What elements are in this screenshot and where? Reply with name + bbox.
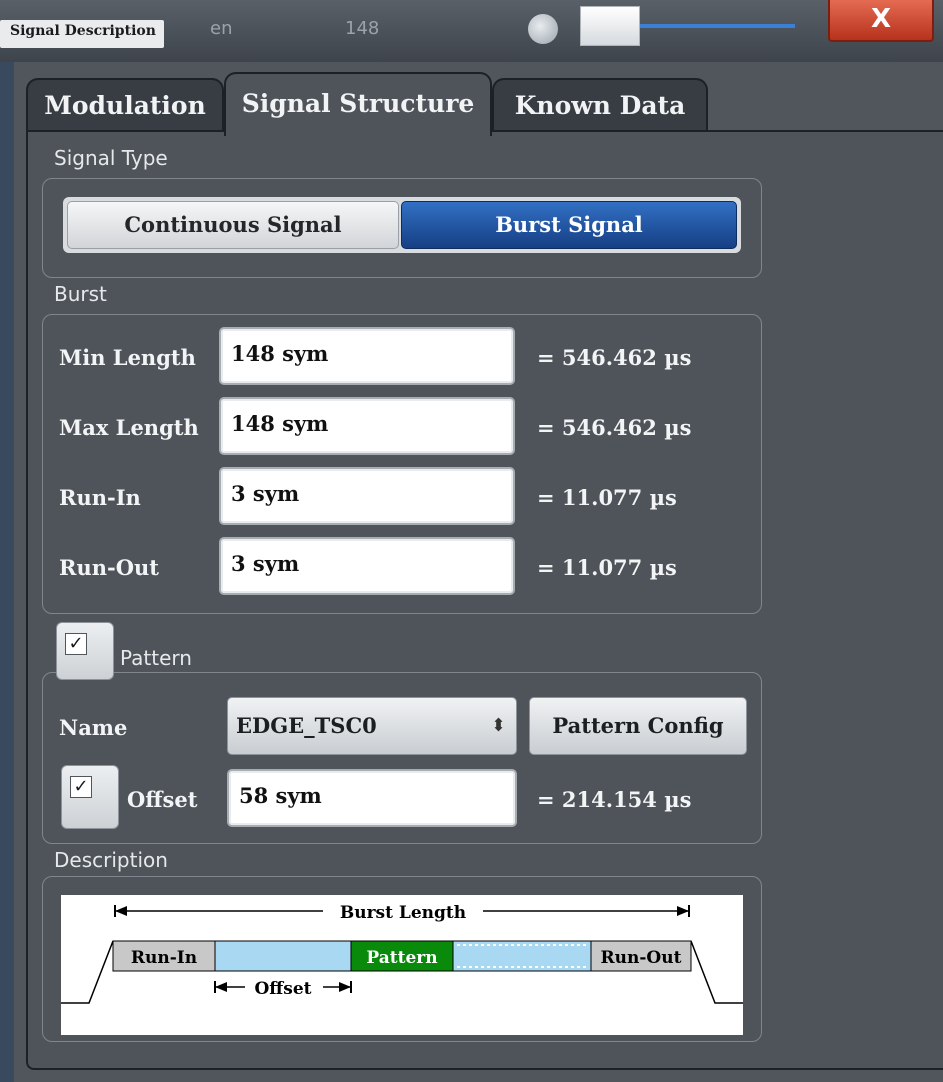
- burst-length-text: Burst Length: [340, 903, 466, 923]
- burst-structure-diagram: Burst Length Run-In Pattern Run-Out Offs…: [61, 895, 743, 1035]
- run-in-time: = 11.077 µs: [537, 485, 677, 510]
- pattern-name-select[interactable]: EDGE_TSC0 ⬍: [227, 697, 517, 755]
- burst-signal-button[interactable]: Burst Signal: [401, 201, 737, 249]
- run-in-input[interactable]: 3 sym: [219, 467, 515, 525]
- burst-length-right-arrow-icon: [677, 906, 689, 916]
- max-length-input[interactable]: 148 sym: [219, 397, 515, 455]
- burst-length-left-arrow-icon: [115, 906, 127, 916]
- description-group: Burst Length Run-In Pattern Run-Out Offs…: [42, 876, 762, 1042]
- tab-signal-structure[interactable]: Signal Structure: [224, 72, 492, 136]
- offset-input[interactable]: 58 sym: [227, 769, 517, 827]
- run-out-label: Run-Out: [59, 555, 159, 580]
- background-slider-track: [640, 24, 795, 28]
- min-length-input[interactable]: 148 sym: [219, 327, 515, 385]
- max-length-time: = 546.462 µs: [537, 415, 692, 440]
- background-knob-icon: [528, 14, 558, 44]
- offset-checkbox[interactable]: ✓: [61, 765, 119, 829]
- tab-known-data[interactable]: Known Data: [492, 78, 708, 132]
- run-out-input[interactable]: 3 sym: [219, 537, 515, 595]
- burst-diagram-svg: Burst Length Run-In Pattern Run-Out Offs…: [61, 899, 743, 1004]
- pattern-name-value: EDGE_TSC0: [236, 713, 377, 738]
- run-out-segment-text: Run-Out: [601, 948, 682, 968]
- offset-check-icon: ✓: [70, 776, 92, 798]
- burst-heading: Burst: [54, 282, 107, 306]
- pattern-config-button[interactable]: Pattern Config: [529, 697, 747, 755]
- close-button[interactable]: X: [828, 0, 934, 42]
- burst-data-segment-2: [452, 940, 592, 972]
- continuous-signal-button[interactable]: Continuous Signal: [67, 201, 399, 249]
- min-length-label: Min Length: [59, 345, 196, 370]
- burst-group: Min Length 148 sym = 546.462 µs Max Leng…: [42, 314, 762, 614]
- max-length-label: Max Length: [59, 415, 199, 440]
- offset-right-arrow-icon: [339, 982, 351, 992]
- description-heading: Description: [54, 848, 168, 872]
- signal-description-dialog: Modulation Signal Structure Known Data S…: [14, 62, 943, 1082]
- signal-type-toggle: Continuous Signal Burst Signal: [63, 197, 741, 253]
- background-slider-handle: [580, 6, 640, 46]
- pattern-group: Name EDGE_TSC0 ⬍ Pattern Config ✓ Offset…: [42, 672, 762, 844]
- tab-panel: Signal Type Continuous Signal Burst Sign…: [26, 130, 943, 1070]
- pattern-segment-text: Pattern: [366, 948, 437, 968]
- run-in-label: Run-In: [59, 485, 141, 510]
- run-out-time: = 11.077 µs: [537, 555, 677, 580]
- pattern-check-icon: ✓: [65, 633, 87, 655]
- spin-arrows-icon: ⬍: [490, 715, 506, 736]
- burst-data-segment: [214, 940, 352, 972]
- ramp-up-line: [61, 940, 114, 1004]
- ramp-down-line: [690, 940, 743, 1004]
- tab-modulation[interactable]: Modulation: [26, 78, 224, 132]
- signal-type-group: Continuous Signal Burst Signal: [42, 178, 762, 278]
- offset-time: = 214.154 µs: [537, 787, 692, 812]
- pattern-checkbox[interactable]: ✓: [56, 622, 114, 680]
- run-in-segment-text: Run-In: [131, 948, 197, 968]
- background-text: en: [210, 18, 233, 39]
- offset-left-arrow-icon: [215, 982, 227, 992]
- signal-type-heading: Signal Type: [54, 146, 168, 170]
- offset-label: Offset: [127, 787, 198, 812]
- offset-text: Offset: [254, 979, 311, 999]
- background-value: 148: [345, 18, 380, 39]
- min-length-time: = 546.462 µs: [537, 345, 692, 370]
- background-app-edge: [0, 62, 14, 1082]
- pattern-name-label: Name: [59, 715, 128, 740]
- dialog-title: Signal Description: [0, 20, 164, 48]
- pattern-heading: Pattern: [120, 646, 192, 670]
